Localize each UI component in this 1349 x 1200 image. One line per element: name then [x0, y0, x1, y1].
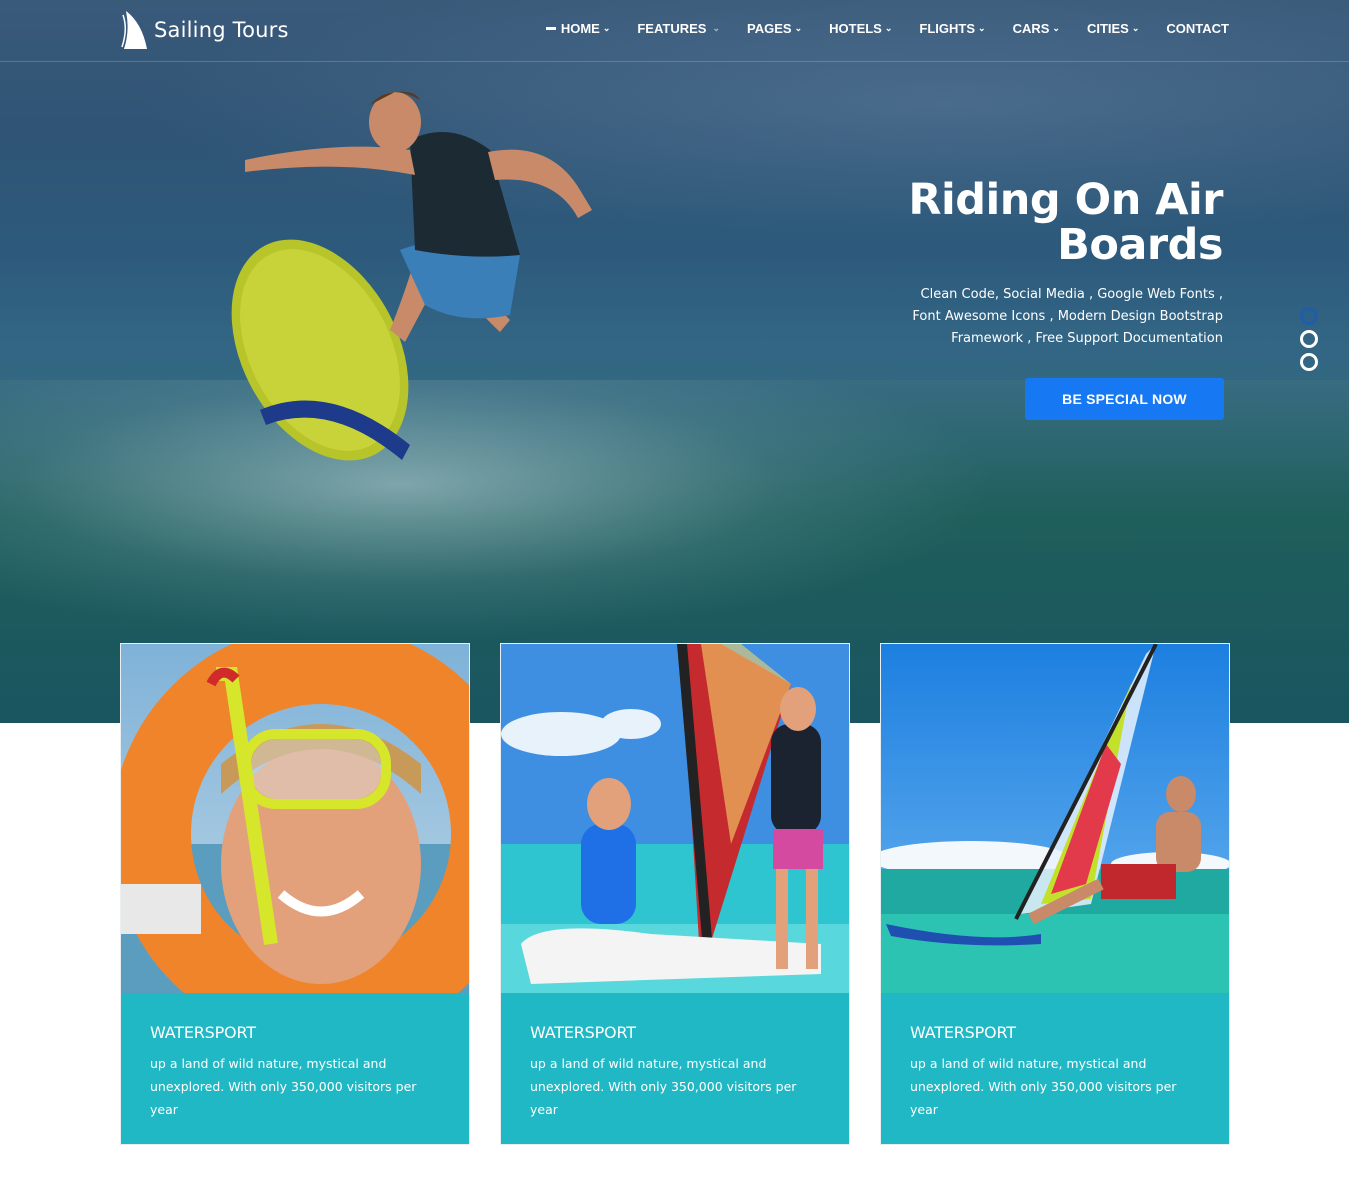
hero-slider: [0, 0, 1349, 723]
top-navbar: Sailing Tours HOME ⌄ FEATURES ⌄ PAGES ⌄ …: [0, 0, 1349, 62]
slide-dot-3[interactable]: [1300, 353, 1318, 371]
windsurf-lesson-photo: [501, 644, 849, 993]
card-body: WATERSPORT up a land of wild nature, mys…: [501, 993, 849, 1144]
nav-item-hotels[interactable]: HOTELS ⌄: [829, 19, 892, 37]
slider-pagination: [1300, 307, 1318, 376]
windsurfer-photo: [881, 644, 1229, 993]
chevron-down-icon: ⌄: [1131, 22, 1140, 33]
be-special-now-button[interactable]: BE SPECIAL NOW: [1025, 378, 1224, 420]
nav-item-label: PAGES: [747, 20, 792, 36]
nav-item-label: FEATURES: [637, 20, 707, 36]
snorkel-girl-photo: [121, 644, 469, 993]
brand-name: Sailing Tours: [154, 18, 289, 42]
chevron-down-icon: ⌄: [1052, 22, 1060, 33]
hero-title: Riding On Air Boards: [803, 178, 1223, 268]
card-description: up a land of wild nature, mystical and u…: [530, 1056, 797, 1117]
feature-card[interactable]: WATERSPORT up a land of wild nature, mys…: [120, 643, 470, 1145]
nav-item-cities[interactable]: CITIES ⌄: [1087, 19, 1139, 37]
feature-card[interactable]: WATERSPORT up a land of wild nature, mys…: [880, 643, 1230, 1145]
hero-title-line2: Boards: [1057, 220, 1223, 270]
hero-title-line1: Riding On Air: [908, 175, 1223, 225]
chevron-down-icon: ⌄: [884, 22, 893, 33]
sail-icon: [121, 11, 147, 49]
nav-item-pages[interactable]: PAGES ⌄: [747, 19, 802, 37]
nav-item-contact[interactable]: CONTACT: [1166, 19, 1229, 37]
nav-item-features[interactable]: FEATURES ⌄: [637, 19, 720, 37]
main-nav: HOME ⌄ FEATURES ⌄ PAGES ⌄ HOTELS ⌄ FLIGH…: [545, 19, 1229, 37]
chevron-down-icon: ⌄: [794, 22, 803, 33]
active-indicator: [545, 26, 556, 30]
card-body: WATERSPORT up a land of wild nature, mys…: [881, 993, 1229, 1144]
feature-card[interactable]: WATERSPORT up a land of wild nature, mys…: [500, 643, 850, 1145]
nav-item-label: HOTELS: [829, 20, 882, 36]
card-title[interactable]: WATERSPORT: [150, 1023, 440, 1042]
surfer-photo: [231, 91, 592, 461]
chevron-down-icon: ⌄: [978, 22, 986, 33]
card-description: up a land of wild nature, mystical and u…: [150, 1056, 417, 1117]
nav-item-label: CITIES: [1086, 20, 1129, 36]
card-title[interactable]: WATERSPORT: [910, 1023, 1200, 1042]
nav-item-label: FLIGHTS: [919, 20, 976, 36]
slide-dot-1[interactable]: [1300, 307, 1318, 325]
chevron-down-icon: ⌄: [602, 22, 611, 33]
nav-item-label: CARS: [1012, 20, 1050, 36]
logo[interactable]: Sailing Tours: [120, 8, 289, 52]
card-title[interactable]: WATERSPORT: [530, 1023, 820, 1042]
nav-item-cars[interactable]: CARS ⌄: [1013, 19, 1060, 37]
hero-subtitle: Clean Code, Social Media , Google Web Fo…: [912, 287, 1223, 346]
chevron-down-icon: ⌄: [712, 22, 721, 33]
card-body: WATERSPORT up a land of wild nature, mys…: [121, 993, 469, 1144]
card-description: up a land of wild nature, mystical and u…: [910, 1056, 1177, 1117]
slide-dot-2[interactable]: [1300, 330, 1318, 348]
nav-item-home[interactable]: HOME ⌄: [545, 19, 611, 37]
nav-item-label: HOME: [560, 20, 600, 36]
nav-item-flights[interactable]: FLIGHTS ⌄: [919, 19, 985, 37]
nav-item-label: CONTACT: [1166, 20, 1229, 36]
